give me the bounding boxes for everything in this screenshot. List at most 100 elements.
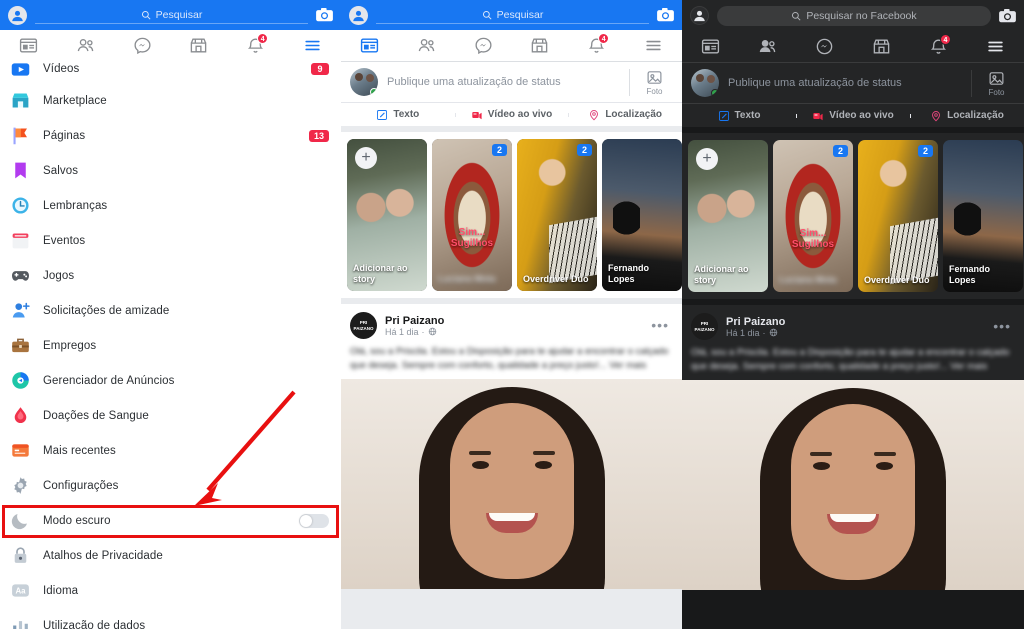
camera-icon[interactable]: [999, 8, 1016, 23]
story-card[interactable]: 2 Overdriver Duo: [517, 139, 597, 291]
composer-action-live-video[interactable]: Vídeo ao vivo: [454, 109, 569, 121]
post-image[interactable]: [682, 380, 1024, 590]
story-label: Adicionar ao story: [694, 264, 749, 285]
tab-messenger[interactable]: [796, 31, 853, 62]
sidebar-item-dark-mode[interactable]: Modo escuro: [0, 503, 341, 538]
composer-action-text[interactable]: Texto: [341, 109, 455, 121]
story-card-add[interactable]: + Adicionar ao story: [347, 139, 427, 291]
add-story-icon[interactable]: +: [696, 148, 718, 170]
sidebar-item-label: Atalhos de Privacidade: [43, 549, 163, 562]
photo-button[interactable]: Foto: [971, 69, 1015, 97]
tab-menu[interactable]: [967, 31, 1024, 62]
story-card[interactable]: Sim... Sugilhos 2 Luciana Mota: [773, 140, 853, 292]
action-label: Texto: [734, 110, 761, 121]
sidebar-item-privacy-shortcuts[interactable]: Atalhos de Privacidade: [0, 538, 341, 573]
profile-avatar-icon[interactable]: [349, 5, 368, 25]
sidebar-item-videos[interactable]: Vídeos 9: [0, 55, 341, 83]
story-card[interactable]: Fernando Lopes: [943, 140, 1023, 292]
more-options-icon[interactable]: •••: [651, 318, 673, 333]
story-count-badge: 2: [832, 145, 848, 157]
ads-manager-icon: [10, 370, 31, 391]
sidebar-item-events[interactable]: Eventos: [0, 223, 341, 258]
stories-rail[interactable]: + Adicionar ao story Sim... Sugilhos 2 L…: [341, 132, 682, 298]
calendar-icon: [10, 230, 31, 251]
sidebar-item-games[interactable]: Jogos: [0, 258, 341, 293]
sidebar-item-settings[interactable]: Configurações: [0, 468, 341, 503]
composer-action-location[interactable]: Localização: [568, 109, 682, 121]
post-image-portrait: [418, 387, 606, 589]
avatar[interactable]: PRI PAIZANO: [350, 312, 377, 339]
sidebar-item-ads-manager[interactable]: Gerenciador de Anúncios: [0, 363, 341, 398]
photo-label: Foto: [646, 86, 663, 96]
photo-button[interactable]: Foto: [629, 68, 673, 96]
post-author-name[interactable]: Pri Paizano: [726, 316, 785, 328]
sidebar-item-jobs[interactable]: Empregos: [0, 328, 341, 363]
tab-friends[interactable]: [398, 30, 455, 61]
panel-middle-light-feed: Pesquisar 4 Publique uma atualização de …: [341, 0, 682, 629]
status-composer: Publique uma atualização de status Foto …: [341, 62, 682, 126]
add-story-icon[interactable]: +: [355, 147, 377, 169]
post-body-text: Olá, sou a Priscila. Estou a Disposição …: [350, 346, 669, 371]
composer-action-location[interactable]: Localização: [910, 110, 1024, 122]
blood-drop-icon: [10, 405, 31, 426]
recent-icon: [10, 440, 31, 461]
live-video-icon: [813, 112, 823, 120]
tab-friends[interactable]: [739, 31, 796, 62]
avatar[interactable]: [691, 69, 719, 97]
search-input[interactable]: Pesquisar: [35, 7, 308, 24]
tab-notifications[interactable]: 4: [568, 30, 625, 61]
post-meta: Há 1 dia ·: [726, 328, 785, 338]
story-card[interactable]: 2 Overdriver Duo: [858, 140, 938, 292]
story-count-badge: 2: [491, 144, 507, 156]
sidebar-item-label: Solicitações de amizade: [43, 304, 170, 317]
briefcase-icon: [10, 335, 31, 356]
story-card-add[interactable]: + Adicionar ao story: [688, 140, 768, 292]
tab-notifications[interactable]: 4: [910, 31, 967, 62]
tab-news-feed[interactable]: [341, 30, 398, 61]
action-label: Vídeo ao vivo: [487, 109, 553, 120]
profile-avatar-icon[interactable]: [690, 6, 709, 25]
avatar[interactable]: PRI PAIZANO: [691, 313, 718, 340]
post-image-portrait: [759, 388, 947, 590]
post-author-name[interactable]: Pri Paizano: [385, 315, 444, 327]
sidebar-item-pages[interactable]: Páginas 13: [0, 118, 341, 153]
story-card[interactable]: Fernando Lopes: [602, 139, 682, 291]
search-input[interactable]: Pesquisar: [376, 7, 649, 24]
avatar[interactable]: [350, 68, 378, 96]
dark-mode-toggle[interactable]: [299, 513, 329, 528]
tab-marketplace[interactable]: [853, 31, 910, 62]
post-image[interactable]: [341, 379, 682, 589]
sidebar-item-language[interactable]: Aa Idioma: [0, 573, 341, 608]
sidebar-item-marketplace[interactable]: Marketplace: [0, 83, 341, 118]
location-pin-icon: [590, 109, 599, 120]
camera-icon[interactable]: [657, 8, 674, 22]
story-card[interactable]: Sim... Sugilhos 2 Luciana Mota: [432, 139, 512, 291]
sidebar-item-friend-requests[interactable]: Solicitações de amizade: [0, 293, 341, 328]
status-input[interactable]: Publique uma atualização de status: [728, 77, 962, 89]
stories-rail[interactable]: + Adicionar ao story Sim... Sugilhos 2 L…: [682, 133, 1024, 299]
profile-avatar-icon[interactable]: [8, 5, 27, 25]
camera-icon[interactable]: [316, 8, 333, 22]
tab-menu[interactable]: [625, 30, 682, 61]
sidebar-item-data-usage[interactable]: Utilização de dados: [0, 608, 341, 629]
tab-news-feed[interactable]: [682, 31, 739, 62]
sidebar-item-label: Jogos: [43, 269, 75, 282]
sidebar-item-label: Utilização de dados: [43, 619, 146, 629]
search-input[interactable]: Pesquisar no Facebook: [717, 5, 991, 26]
shop-icon: [10, 90, 31, 111]
more-options-icon[interactable]: •••: [993, 319, 1015, 334]
sidebar-item-blood-donations[interactable]: Doações de Sangue: [0, 398, 341, 433]
sidebar-item-most-recent[interactable]: Mais recentes: [0, 433, 341, 468]
text-compose-icon: [718, 110, 729, 121]
status-input[interactable]: Publique uma atualização de status: [387, 76, 620, 88]
sidebar-item-memories[interactable]: Lembranças: [0, 188, 341, 223]
action-label: Localização: [947, 110, 1004, 121]
story-thumbnail: Sim... Sugilhos: [773, 140, 853, 292]
composer-action-text[interactable]: Texto: [682, 110, 796, 122]
dark-nav-tabs: 4: [682, 31, 1024, 63]
tab-marketplace[interactable]: [511, 30, 568, 61]
sidebar-item-saved[interactable]: Salvos: [0, 153, 341, 188]
composer-action-live-video[interactable]: Vídeo ao vivo: [796, 110, 910, 122]
tab-messenger[interactable]: [455, 30, 512, 61]
mid-nav-tabs: 4: [341, 30, 682, 62]
